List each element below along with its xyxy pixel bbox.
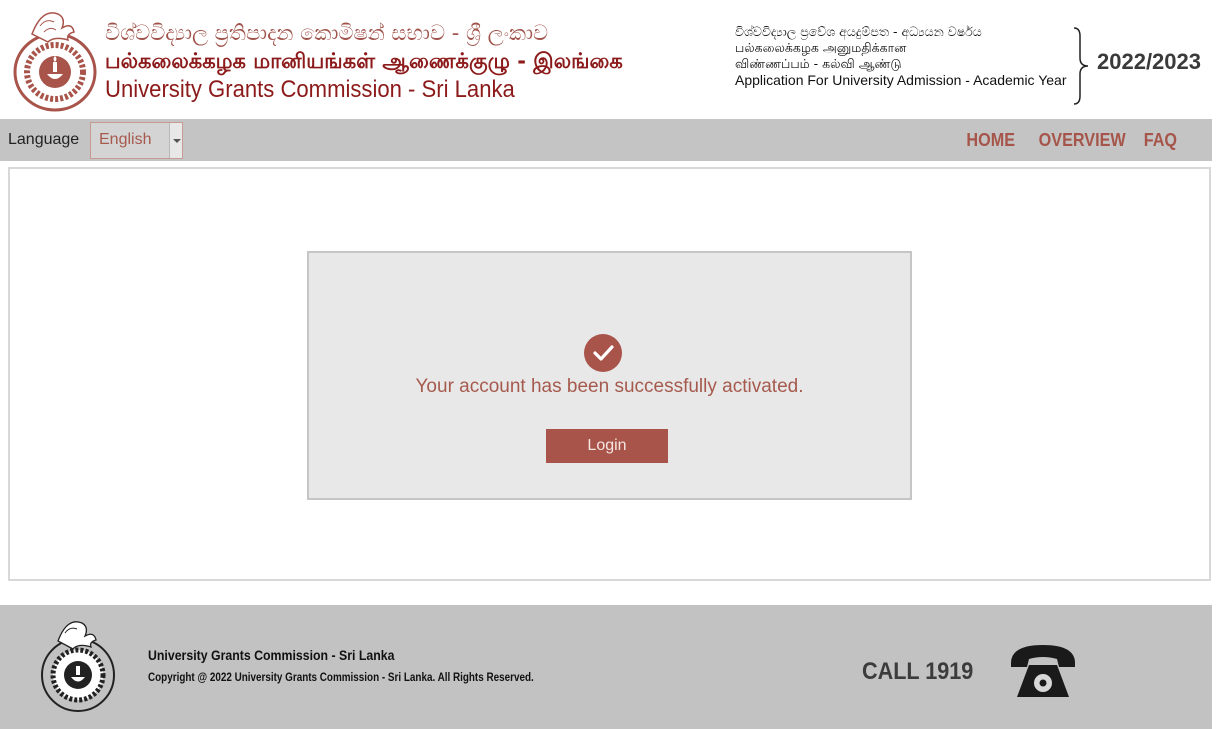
- main-panel: Your account has been successfully activ…: [8, 167, 1211, 581]
- check-circle-icon: [584, 334, 622, 372]
- language-select[interactable]: English: [90, 122, 183, 159]
- title-english: University Grants Commission - Sri Lanka: [105, 76, 515, 103]
- telephone-icon: [1011, 645, 1075, 697]
- footer-copyright: Copyright @ 2022 University Grants Commi…: [148, 672, 534, 684]
- footer-org-name: University Grants Commission - Sri Lanka: [148, 647, 395, 663]
- activation-card: Your account has been successfully activ…: [307, 251, 912, 500]
- nav-links: HOME OVERVIEW FAQ: [961, 130, 1177, 151]
- title-tamil: பல்கலைக்கழக மானியங்கள் ஆணைக்குழு - இலங்க…: [105, 49, 623, 73]
- ugc-logo-icon: [13, 12, 97, 112]
- admission-line-english: Application For University Admission - A…: [735, 72, 1067, 88]
- login-button[interactable]: Login: [546, 429, 668, 463]
- caret-down-icon: [173, 139, 181, 143]
- title-block: විශ්වවිද්‍යාල ප්‍රතිපාදන කොමිෂන් සභාව - …: [105, 20, 623, 104]
- admission-info: විශ්වවිද්‍යාල ප්‍රවේශ අයදුම්පත - අධ්‍යයන…: [735, 24, 1066, 88]
- navbar: Language English HOME OVERVIEW FAQ: [0, 119, 1212, 161]
- footer: University Grants Commission - Sri Lanka…: [0, 605, 1212, 729]
- activation-message: Your account has been successfully activ…: [415, 376, 804, 397]
- footer-ugc-logo-icon: [41, 621, 115, 712]
- language-label: Language: [8, 131, 80, 148]
- nav-home-link[interactable]: HOME: [967, 130, 1016, 151]
- nav-faq-link[interactable]: FAQ: [1144, 130, 1177, 151]
- language-dropdown-toggle[interactable]: [169, 123, 182, 158]
- admission-line-tamil-1: பல்கலைக்கழக அனுமதிக்கான: [735, 40, 907, 55]
- header: විශ්වවිද්‍යාල ප්‍රතිපාදන කොමිෂන් සභාව - …: [0, 0, 1218, 118]
- brace-icon: [1073, 27, 1089, 105]
- admission-line-tamil-2: விண்ணப்பம் - கல்வி ஆண்டு: [735, 56, 902, 71]
- call-hotline: CALL 1919: [862, 658, 974, 685]
- nav-overview-link[interactable]: OVERVIEW: [1039, 130, 1126, 151]
- language-value: English: [99, 131, 152, 148]
- title-sinhala: විශ්වවිද්‍යාල ප්‍රතිපාදන කොමිෂන් සභාව - …: [105, 21, 549, 45]
- admission-line-sinhala: විශ්වවිද්‍යාල ප්‍රවේශ අයදුම්පත - අධ්‍යයන…: [735, 24, 982, 39]
- academic-year: 2022/2023: [1097, 49, 1201, 74]
